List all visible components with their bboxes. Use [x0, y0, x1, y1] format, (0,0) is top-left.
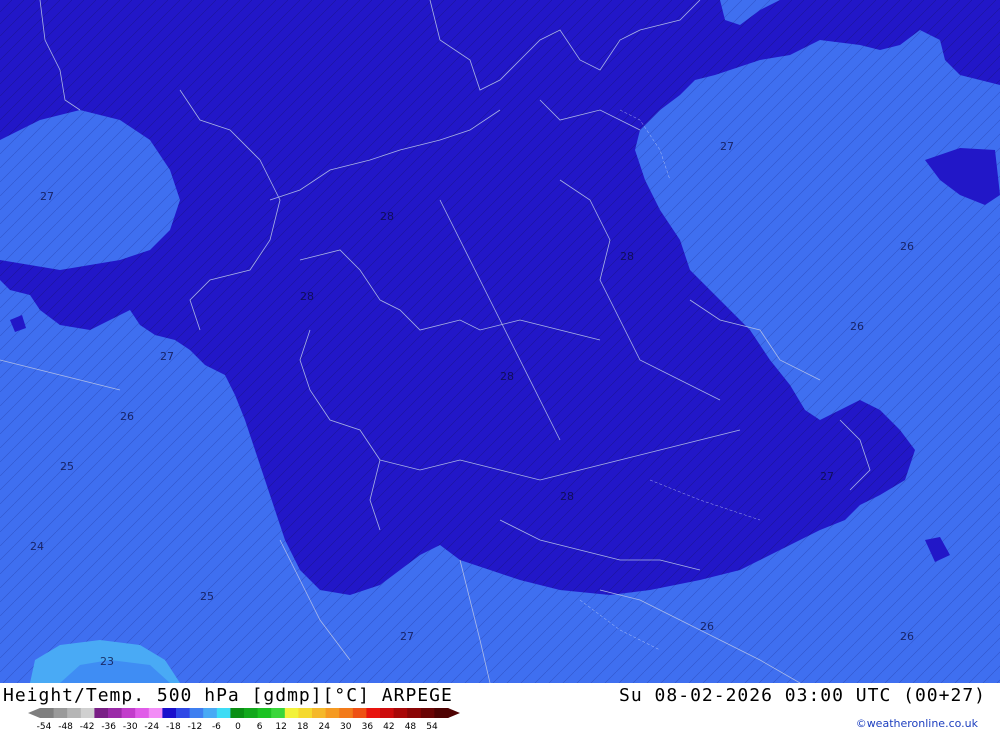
- svg-text:25: 25: [200, 590, 214, 603]
- colorbar-swatch: [216, 708, 231, 718]
- colorbar-swatch: [366, 708, 381, 718]
- colorbar-tick-label: -6: [212, 722, 221, 730]
- colorbar-swatch: [298, 708, 313, 718]
- colorbar-swatch: [176, 708, 191, 718]
- colorbar-tick-label: 48: [405, 722, 417, 730]
- svg-text:28: 28: [500, 370, 514, 383]
- colorbar-swatch: [80, 708, 95, 718]
- colorbar-tick-label: 36: [362, 722, 374, 730]
- svg-text:23: 23: [100, 655, 114, 668]
- weather-map: 28 28 28 28 28 27 26 26 27 26 25 24 23 2…: [0, 0, 1000, 683]
- colorbar-tick-label: -18: [166, 722, 181, 730]
- colorbar-swatch: [434, 708, 449, 718]
- svg-text:25: 25: [60, 460, 74, 473]
- colorbar-swatch: [189, 708, 204, 718]
- colorbar-tick-label: -48: [58, 722, 73, 730]
- colorbar-swatch: [230, 708, 245, 718]
- colorbar-swatch: [162, 708, 177, 718]
- svg-text:28: 28: [380, 210, 394, 223]
- colorbar-swatch: [325, 708, 340, 718]
- colorbar-swatch: [203, 708, 218, 718]
- svg-text:27: 27: [400, 630, 414, 643]
- svg-text:24: 24: [30, 540, 44, 553]
- svg-text:27: 27: [160, 350, 174, 363]
- colorbar-tick-label: -36: [101, 722, 116, 730]
- credit-link[interactable]: ©weatheronline.co.uk: [856, 717, 978, 730]
- colorbar-swatch: [148, 708, 163, 718]
- colorbar-tick-label: 54: [426, 722, 438, 730]
- svg-text:27: 27: [820, 470, 834, 483]
- colorbar-swatch: [284, 708, 299, 718]
- colorbar-swatch: [53, 708, 68, 718]
- svg-text:26: 26: [900, 240, 914, 253]
- colorbar-tick-label: -54: [37, 722, 52, 730]
- colorbar-swatch: [380, 708, 395, 718]
- colorbar-tick-label: 12: [275, 722, 286, 730]
- colorbar-tick-label: 24: [318, 722, 330, 730]
- colorbar-swatch: [407, 708, 422, 718]
- footer-bar: Height/Temp. 500 hPa [gdmp][°C] ARPEGE S…: [0, 683, 1000, 733]
- svg-text:26: 26: [850, 320, 864, 333]
- svg-text:26: 26: [700, 620, 714, 633]
- colorbar-tick-label: 30: [340, 722, 352, 730]
- contour-label: 28: [300, 290, 314, 303]
- colorbar-swatch: [135, 708, 150, 718]
- colorbar-swatch: [352, 708, 367, 718]
- colorbar-swatch: [244, 708, 259, 718]
- colorbar-tick-label: -24: [144, 722, 159, 730]
- colorbar-swatch: [257, 708, 272, 718]
- color-scale: -54 -48 -42 -36 -30 -24 -18 -12 -6 0 6 12 18 24 30 36 42…: [28, 708, 468, 732]
- colorbar-tick-label: 18: [297, 722, 309, 730]
- svg-text:28: 28: [620, 250, 634, 263]
- colorbar-tick-label: -30: [123, 722, 138, 730]
- colorbar-tick-label: -42: [80, 722, 95, 730]
- svg-text:27: 27: [40, 190, 54, 203]
- colorbar-swatch: [67, 708, 82, 718]
- colorbar-swatch: [420, 708, 435, 718]
- svg-text:26: 26: [900, 630, 914, 643]
- colorbar-swatch: [40, 708, 55, 718]
- colorbar-swatch: [339, 708, 354, 718]
- colorbar-swatch: [121, 708, 136, 718]
- svg-text:26: 26: [120, 410, 134, 423]
- colorbar-tick-label: 42: [383, 722, 394, 730]
- colorbar-swatch: [94, 708, 109, 718]
- colorbar-swatch: [108, 708, 123, 718]
- colorbar-tick-label: 6: [257, 722, 263, 730]
- colorbar-swatch: [312, 708, 327, 718]
- valid-time: Su 08-02-2026 03:00 UTC (00+27): [619, 685, 986, 706]
- colorbar-arrow-right: [448, 708, 460, 718]
- colorbar-swatch: [393, 708, 408, 718]
- colorbar-arrow-left: [28, 708, 40, 718]
- svg-text:27: 27: [720, 140, 734, 153]
- colorbar-tick-label: -12: [188, 722, 203, 730]
- colorbar-swatch: [271, 708, 286, 718]
- svg-text:28: 28: [560, 490, 574, 503]
- map-title: Height/Temp. 500 hPa [gdmp][°C] ARPEGE: [3, 685, 453, 706]
- colorbar-tick-label: 0: [235, 722, 241, 730]
